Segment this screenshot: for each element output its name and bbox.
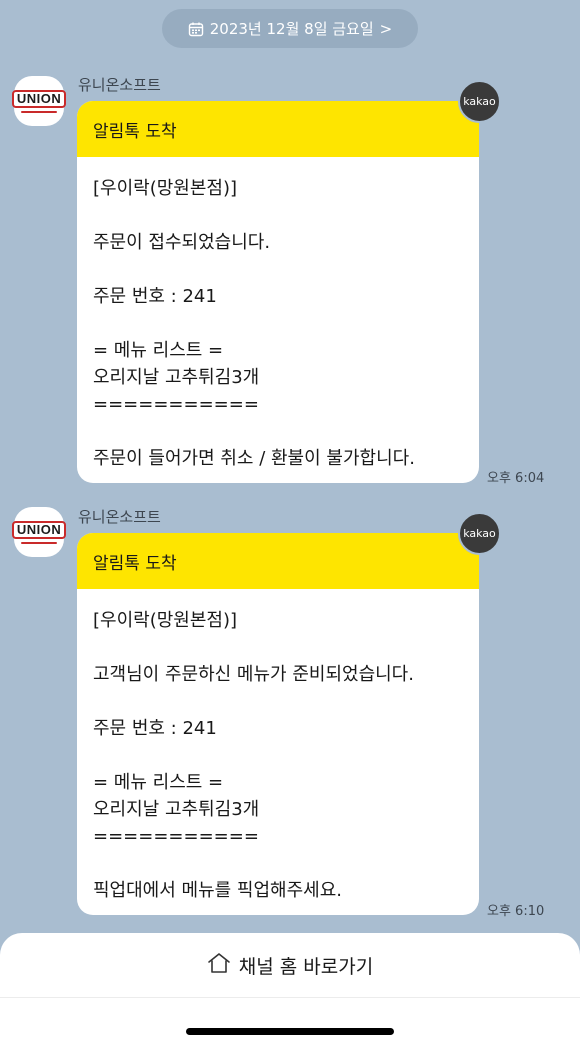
message-time: 오후 6:10 bbox=[487, 904, 545, 919]
sender-name: 유니온소프트 bbox=[78, 76, 161, 94]
bubble-body: [우이락(망원본점)] 고객님이 주문하신 메뉴가 준비되었습니다. 주문 번호… bbox=[93, 610, 414, 901]
date-header[interactable]: 2023년 12월 8일 금요일 > bbox=[162, 9, 418, 48]
bubble-body: [우이락(망원본점)] 주문이 접수되었습니다. 주문 번호 : 241 = 메… bbox=[93, 178, 415, 469]
bubble-header: 알림톡 도착 bbox=[77, 101, 479, 157]
logo-underline bbox=[21, 110, 57, 113]
logo-underline bbox=[21, 541, 57, 544]
calendar-icon bbox=[188, 21, 204, 37]
home-indicator[interactable] bbox=[186, 1028, 394, 1035]
sender-name: 유니온소프트 bbox=[78, 508, 161, 526]
home-icon bbox=[207, 952, 231, 979]
divider bbox=[0, 997, 580, 998]
message-time: 오후 6:04 bbox=[487, 471, 545, 486]
date-label: 2023년 12월 8일 금요일 bbox=[209, 20, 374, 38]
bubble-header: 알림톡 도착 bbox=[77, 533, 479, 589]
bottom-sheet: 채널 홈 바로가기 bbox=[0, 933, 580, 1049]
chevron-right-icon: > bbox=[379, 19, 393, 38]
alimtalk-bubble[interactable]: 알림톡 도착 [우이락(망원본점)] 주문이 접수되었습니다. 주문 번호 : … bbox=[77, 101, 479, 483]
union-logo: UNION bbox=[11, 89, 67, 108]
channel-home-label: 채널 홈 바로가기 bbox=[238, 955, 374, 978]
sender-avatar[interactable]: UNION bbox=[11, 507, 67, 557]
sender-avatar[interactable]: UNION bbox=[11, 76, 67, 126]
kakao-badge: kakao bbox=[458, 80, 501, 123]
union-logo: UNION bbox=[11, 520, 67, 539]
kakao-badge: kakao bbox=[458, 512, 501, 555]
channel-home-button[interactable]: 채널 홈 바로가기 bbox=[0, 933, 580, 997]
alimtalk-bubble[interactable]: 알림톡 도착 [우이락(망원본점)] 고객님이 주문하신 메뉴가 준비되었습니다… bbox=[77, 533, 479, 915]
